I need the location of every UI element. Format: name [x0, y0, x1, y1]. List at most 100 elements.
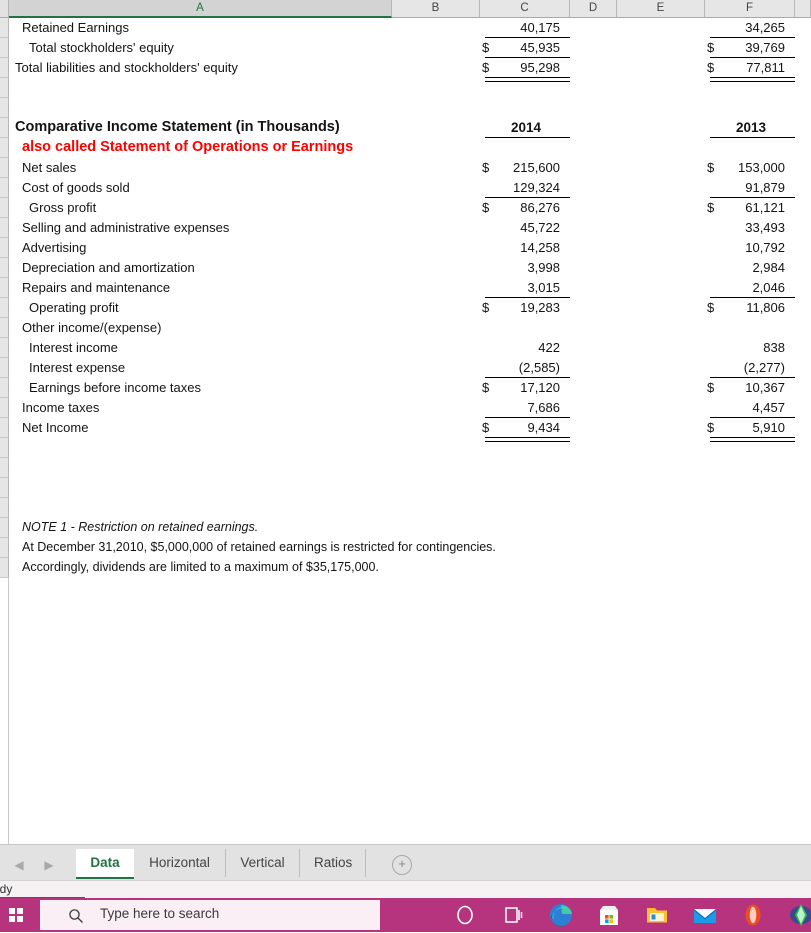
currency-symbol-f[interactable]: $: [707, 378, 725, 398]
cell-column-f[interactable]: 10,792: [725, 238, 795, 258]
cell-column-a[interactable]: Interest expense: [9, 358, 392, 378]
task-view-icon[interactable]: [500, 902, 526, 928]
mail-icon[interactable]: [692, 902, 718, 928]
currency-symbol-f[interactable]: $: [707, 38, 725, 58]
edge-icon[interactable]: [548, 902, 574, 928]
cell-column-c[interactable]: [500, 498, 570, 518]
currency-symbol-c[interactable]: [482, 318, 500, 338]
cell-column-a[interactable]: Other income/(expense): [9, 318, 392, 338]
row-header[interactable]: [0, 498, 9, 518]
currency-symbol-f[interactable]: [707, 218, 725, 238]
cell-column-f[interactable]: [725, 98, 795, 118]
cell-column-c[interactable]: (2,585): [500, 358, 570, 378]
sheet-tab-vertical[interactable]: Vertical: [226, 849, 300, 877]
currency-symbol-c[interactable]: [482, 338, 500, 358]
cell-column-a[interactable]: Accordingly, dividends are limited to a …: [9, 558, 392, 578]
column-header-d[interactable]: D: [570, 0, 617, 18]
file-explorer-icon[interactable]: [644, 902, 670, 928]
row-header[interactable]: [0, 138, 9, 158]
cell-column-c[interactable]: 40,175: [500, 18, 570, 38]
currency-symbol-c[interactable]: [482, 258, 500, 278]
worksheet-grid[interactable]: Retained Earnings 40,175 34,265 Total stock…: [9, 18, 811, 844]
cell-column-f[interactable]: 153,000: [725, 158, 795, 178]
start-button[interactable]: [0, 898, 40, 932]
row-header[interactable]: [0, 278, 9, 298]
row-header[interactable]: [0, 358, 9, 378]
cell-column-a[interactable]: Retained Earnings: [9, 18, 392, 38]
row-header[interactable]: [0, 438, 9, 458]
cell-column-a[interactable]: Total stockholders' equity: [9, 38, 392, 58]
column-header-b[interactable]: B: [392, 0, 480, 18]
cell-column-c[interactable]: 3,015: [500, 278, 570, 298]
cortana-icon[interactable]: [452, 902, 478, 928]
cell-column-f[interactable]: 34,265: [725, 18, 795, 38]
cell-column-c[interactable]: 9,434: [500, 418, 570, 438]
cell-column-c[interactable]: [500, 458, 570, 478]
currency-symbol-f[interactable]: [707, 318, 725, 338]
row-header[interactable]: [0, 458, 9, 478]
sheet-tab-ratios[interactable]: Ratios: [300, 849, 366, 877]
row-header[interactable]: [0, 518, 9, 538]
currency-symbol-c[interactable]: [482, 398, 500, 418]
cell-column-f[interactable]: 33,493: [725, 218, 795, 238]
row-header[interactable]: [0, 58, 9, 78]
currency-symbol-f[interactable]: [707, 138, 725, 158]
currency-symbol-c[interactable]: [482, 98, 500, 118]
currency-symbol-c[interactable]: [482, 358, 500, 378]
cell-column-a[interactable]: Cost of goods sold: [9, 178, 392, 198]
cell-column-a[interactable]: Comparative Income Statement (in Thousan…: [9, 118, 392, 138]
cell-column-a[interactable]: Interest income: [9, 338, 392, 358]
row-header[interactable]: [0, 558, 9, 578]
cell-column-c[interactable]: 45,935: [500, 38, 570, 58]
cell-column-f[interactable]: 61,121: [725, 198, 795, 218]
cell-column-f[interactable]: 5,910: [725, 418, 795, 438]
cell-column-c[interactable]: 19,283: [500, 298, 570, 318]
currency-symbol-f[interactable]: [707, 518, 725, 538]
currency-symbol-c[interactable]: [482, 138, 500, 158]
currency-symbol-c[interactable]: [482, 218, 500, 238]
currency-symbol-c[interactable]: $: [482, 198, 500, 218]
row-header[interactable]: [0, 218, 9, 238]
currency-symbol-c[interactable]: $: [482, 58, 500, 78]
currency-symbol-c[interactable]: [482, 18, 500, 38]
row-header[interactable]: [0, 98, 9, 118]
currency-symbol-f[interactable]: [707, 558, 725, 578]
cell-column-a[interactable]: Gross profit: [9, 198, 392, 218]
cell-column-a[interactable]: Selling and administrative expenses: [9, 218, 392, 238]
cell-column-a[interactable]: At December 31,2010, $5,000,000 of retai…: [9, 538, 496, 558]
currency-symbol-f[interactable]: $: [707, 198, 725, 218]
row-header[interactable]: [0, 538, 9, 558]
select-all-corner[interactable]: [0, 0, 9, 18]
currency-symbol-f[interactable]: [707, 258, 725, 278]
cell-column-a[interactable]: Operating profit: [9, 298, 392, 318]
currency-symbol-f[interactable]: [707, 538, 725, 558]
row-header[interactable]: [0, 18, 9, 38]
cell-column-a[interactable]: [9, 458, 392, 478]
currency-symbol-f[interactable]: [707, 238, 725, 258]
currency-symbol-f[interactable]: [707, 398, 725, 418]
row-header[interactable]: [0, 338, 9, 358]
cell-column-f[interactable]: [725, 478, 795, 498]
row-header[interactable]: [0, 398, 9, 418]
currency-symbol-f[interactable]: $: [707, 158, 725, 178]
row-header[interactable]: [0, 238, 9, 258]
cell-column-a[interactable]: [9, 498, 392, 518]
cell-column-a[interactable]: Income taxes: [9, 398, 392, 418]
cell-column-c[interactable]: 95,298: [500, 58, 570, 78]
cell-column-a[interactable]: [9, 78, 392, 98]
next-sheet-arrow-icon[interactable]: ▶: [38, 856, 60, 874]
cell-column-f[interactable]: [725, 498, 795, 518]
cell-column-a[interactable]: Net sales: [9, 158, 392, 178]
row-header[interactable]: [0, 178, 9, 198]
currency-symbol-f[interactable]: [707, 278, 725, 298]
currency-symbol-c[interactable]: [482, 238, 500, 258]
currency-symbol-c[interactable]: [482, 518, 500, 538]
row-header[interactable]: [0, 418, 9, 438]
row-header[interactable]: [0, 38, 9, 58]
cell-column-f[interactable]: 91,879: [725, 178, 795, 198]
cell-column-c[interactable]: 45,722: [500, 218, 570, 238]
currency-symbol-f[interactable]: [707, 178, 725, 198]
row-header[interactable]: [0, 478, 9, 498]
currency-symbol-c[interactable]: [482, 498, 500, 518]
cell-column-a[interactable]: Total liabilities and stockholders' equi…: [9, 58, 392, 78]
